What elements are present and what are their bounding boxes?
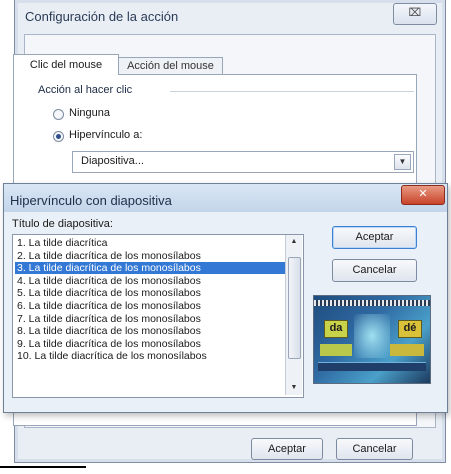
list-item[interactable]: 2. La tilde diacrítica de los monosílabo…	[15, 250, 285, 262]
ok-button[interactable]: Aceptar	[332, 226, 417, 249]
dialog-title: Configuración de la acción	[25, 9, 179, 24]
radio-hyperlink-label[interactable]: Hipervínculo a:	[69, 129, 142, 141]
radio-hyperlink[interactable]	[53, 131, 64, 142]
list-item[interactable]: 6. La tilde diacrítica de los monosílabo…	[15, 300, 285, 312]
close-icon: ✕	[418, 188, 428, 200]
close-button[interactable]: ✕	[401, 185, 445, 205]
preview-graphic	[354, 314, 390, 358]
slide-title-label: Título de diapositiva:	[12, 218, 113, 230]
list-item[interactable]: 10. La tilde diacrítica de los monosílab…	[15, 350, 285, 362]
title-bar: Hipervínculo con diapositiva ✕	[4, 184, 447, 212]
tab-mouse-over[interactable]: Acción del mouse	[118, 57, 223, 75]
scroll-down-icon[interactable]: ▼	[286, 381, 302, 395]
scrollbar[interactable]: ▲ ▼	[285, 235, 302, 395]
list-item[interactable]: 5. La tilde diacrítica de los monosílabo…	[15, 287, 285, 299]
list-item[interactable]: 8. La tilde diacrítica de los monosílabo…	[15, 325, 285, 337]
preview-block	[320, 344, 352, 356]
cancel-button[interactable]: Cancelar	[332, 259, 417, 282]
list-item[interactable]: 7. La tilde diacrítica de los monosílabo…	[15, 313, 285, 325]
preview-word-right: dé	[398, 320, 422, 338]
group-label: Acción al hacer clic	[38, 84, 133, 96]
list-item[interactable]: 4. La tilde diacrítica de los monosílabo…	[15, 275, 285, 287]
scroll-thumb[interactable]	[288, 257, 301, 359]
preview-block	[390, 344, 424, 356]
slide-preview: da dé	[313, 295, 431, 384]
hyperlink-target-select[interactable]: Diapositiva... ▼	[72, 151, 414, 173]
radio-none-label[interactable]: Ninguna	[69, 107, 110, 119]
slide-list[interactable]: 1. La tilde diacrítica 2. La tilde diacrí…	[12, 234, 304, 398]
cancel-button[interactable]: Cancelar	[336, 438, 413, 460]
list-item[interactable]: 3. La tilde diacrítica de los monosílabo…	[15, 262, 285, 275]
preview-bar	[318, 362, 426, 371]
list-item[interactable]: 9. La tilde diacrítica de los monosílabo…	[15, 338, 285, 350]
select-value: Diapositiva...	[81, 155, 144, 167]
preview-band	[314, 300, 430, 306]
scroll-up-icon[interactable]: ▲	[286, 235, 302, 249]
preview-word-left: da	[324, 320, 348, 338]
close-button[interactable]: ⌧	[393, 3, 437, 25]
radio-none[interactable]	[53, 109, 64, 120]
list-item[interactable]: 1. La tilde diacrítica	[15, 237, 285, 249]
divider	[0, 466, 86, 468]
dialog-title: Hipervínculo con diapositiva	[10, 193, 172, 208]
ok-button[interactable]: Aceptar	[251, 438, 323, 460]
close-icon: ⌧	[408, 7, 422, 19]
chevron-down-icon[interactable]: ▼	[394, 154, 411, 170]
tab-mouse-click[interactable]: Clic del mouse	[13, 54, 119, 75]
hyperlink-to-slide-dialog: Hipervínculo con diapositiva ✕ Título de…	[3, 183, 448, 413]
group-divider	[170, 91, 414, 92]
